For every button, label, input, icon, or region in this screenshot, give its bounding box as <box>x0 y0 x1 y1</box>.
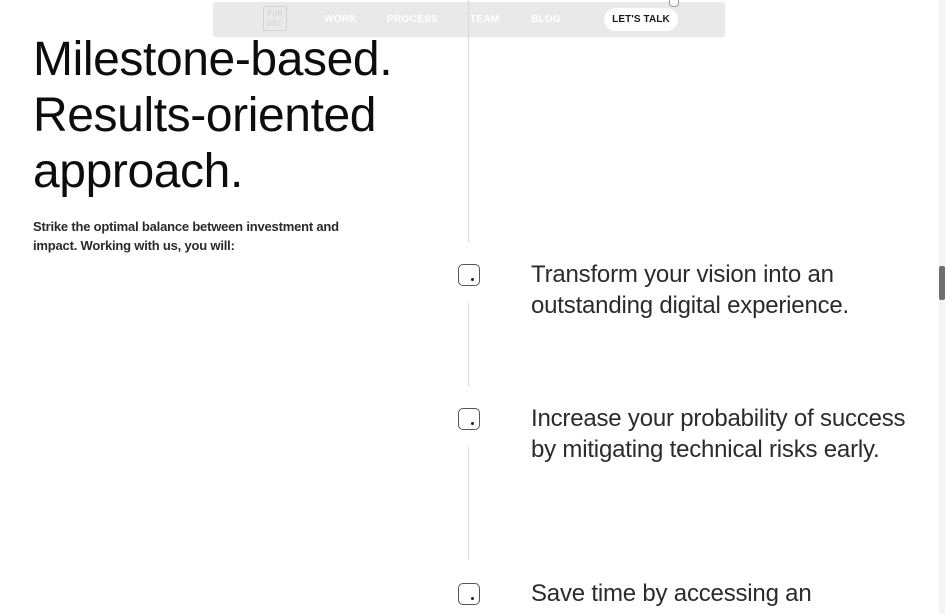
checkbox-icon <box>458 408 480 430</box>
checkbox-dot <box>471 278 474 281</box>
scrollbar-track[interactable] <box>939 0 945 614</box>
benefit-item: Save time by accessing an <box>531 580 812 607</box>
scrollbar-thumb[interactable] <box>939 266 945 300</box>
benefit-item: Transform your vision into an outstandin… <box>531 261 850 319</box>
title-line-2: Results-oriented <box>33 89 377 142</box>
hero-subtitle: Strike the optimal balance between inves… <box>33 219 339 253</box>
checkbox-dot <box>471 422 474 425</box>
checkbox-icon <box>458 264 480 286</box>
benefit-item: Increase your probability of success by … <box>531 405 906 463</box>
logo-line-2: DEC <box>267 19 283 28</box>
nav-link-blog[interactable]: BLOG <box>531 14 561 25</box>
nav-link-work[interactable]: WORK <box>324 14 357 25</box>
nav-link-team[interactable]: TEAM <box>470 14 500 25</box>
pin-icon <box>669 0 679 7</box>
timeline-segment <box>468 0 469 242</box>
title-line-3: approach. <box>33 145 243 198</box>
logo-line-1: PUR <box>267 9 283 18</box>
checkbox-dot <box>471 597 474 600</box>
title-line-1: Milestone-based. <box>33 33 393 86</box>
nav-link-process[interactable]: PROCESS <box>387 14 438 25</box>
lets-talk-button[interactable]: LET'S TALK <box>604 8 678 31</box>
brand-logo[interactable]: PUR DEC <box>263 6 287 31</box>
timeline-segment <box>468 447 469 560</box>
page-title: Milestone-based. Results-oriented approa… <box>33 32 393 200</box>
timeline-segment <box>468 303 469 386</box>
checkbox-icon <box>458 583 480 605</box>
